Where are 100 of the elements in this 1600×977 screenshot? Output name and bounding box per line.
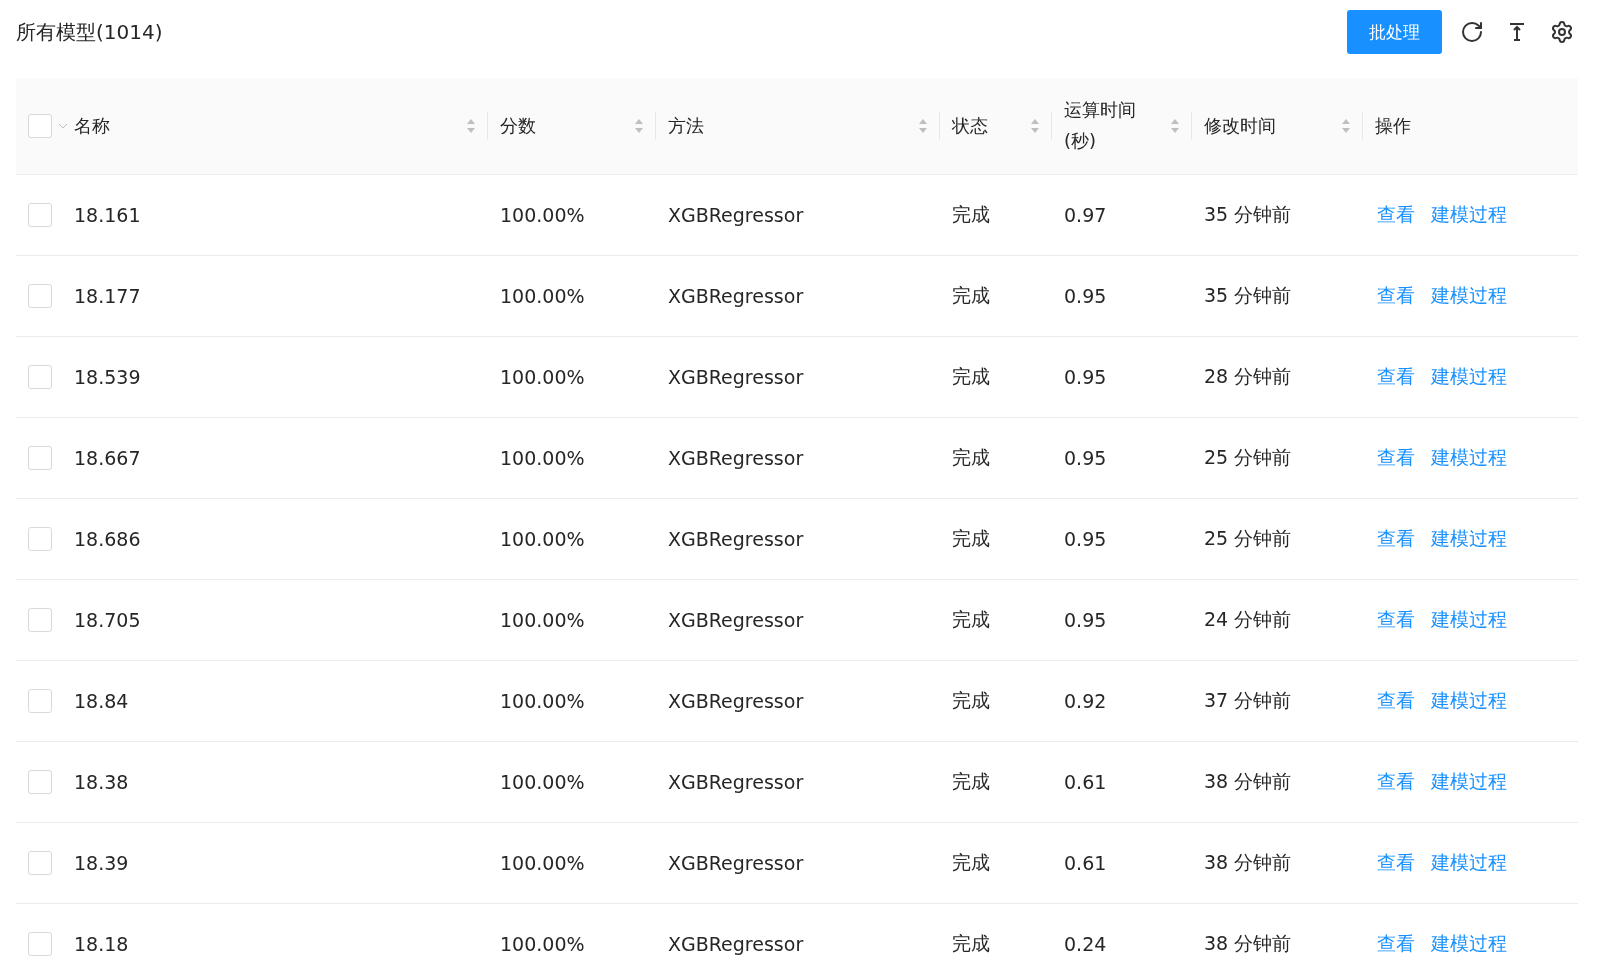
table-cell: XGBRegressor — [668, 528, 804, 550]
action-link[interactable]: 查看 — [1377, 364, 1415, 390]
table-cell-text: 完成 — [952, 769, 990, 794]
table-cell: 100.00% — [500, 204, 585, 226]
table-cell: 0.95 — [1064, 447, 1107, 469]
page-title: 所有模型(1014) — [16, 18, 163, 46]
table-cell: XGBRegressor — [668, 933, 804, 955]
table-cell: XGBRegressor — [668, 852, 804, 874]
table-cell: 18.38 — [74, 771, 129, 793]
action-link[interactable]: 建模过程 — [1431, 607, 1507, 633]
table-cell-text: 完成 — [952, 526, 990, 551]
table-cell: 0.61 — [1064, 771, 1107, 793]
column-header: 修改时间 — [1204, 113, 1276, 138]
action-link[interactable]: 建模过程 — [1431, 526, 1507, 552]
table-cell-text: 25 分钟前 — [1204, 445, 1292, 470]
table-cell-text: 38 分钟前 — [1204, 931, 1292, 956]
table-cell: 100.00% — [500, 609, 585, 631]
table-cell: 18.18 — [74, 933, 129, 955]
column-header: 操作 — [1375, 113, 1411, 138]
table-cell: 18.177 — [74, 285, 141, 307]
table-cell-text: 28 分钟前 — [1204, 364, 1292, 389]
sort-icon[interactable] — [1030, 117, 1040, 135]
action-link[interactable]: 查看 — [1377, 445, 1415, 471]
row-checkbox[interactable] — [28, 203, 52, 227]
action-link[interactable]: 查看 — [1377, 283, 1415, 309]
table-cell-text: 完成 — [952, 931, 990, 956]
sort-icon[interactable] — [634, 117, 644, 135]
row-checkbox[interactable] — [28, 689, 52, 713]
table-cell-text: 35 分钟前 — [1204, 283, 1292, 308]
column-header: 状态 — [952, 113, 988, 138]
row-checkbox[interactable] — [28, 365, 52, 389]
sort-icon[interactable] — [1341, 117, 1351, 135]
action-link[interactable]: 查看 — [1377, 769, 1415, 795]
table-cell-text: 25 分钟前 — [1204, 526, 1292, 551]
table-cell: 18.539 — [74, 366, 141, 388]
action-link[interactable]: 建模过程 — [1431, 850, 1507, 876]
table-cell: 18.39 — [74, 852, 129, 874]
column-header: 名称 — [74, 113, 110, 138]
action-link[interactable]: 建模过程 — [1431, 364, 1507, 390]
action-link[interactable]: 建模过程 — [1431, 283, 1507, 309]
action-link[interactable]: 查看 — [1377, 931, 1415, 957]
action-link[interactable]: 建模过程 — [1431, 445, 1507, 471]
column-header: 分数 — [500, 113, 536, 138]
table-cell: XGBRegressor — [668, 609, 804, 631]
table-cell-text: 完成 — [952, 202, 990, 227]
action-link[interactable]: 查看 — [1377, 526, 1415, 552]
table-cell-text: 完成 — [952, 445, 990, 470]
column-header: 方法 — [668, 113, 704, 138]
table-cell-text: 24 分钟前 — [1204, 607, 1292, 632]
table-cell: 0.95 — [1064, 366, 1107, 388]
table-cell: XGBRegressor — [668, 285, 804, 307]
table-cell: 0.97 — [1064, 204, 1107, 226]
table-cell: 100.00% — [500, 528, 585, 550]
table-cell: 0.95 — [1064, 285, 1107, 307]
action-link[interactable]: 建模过程 — [1431, 202, 1507, 228]
table-cell: 18.686 — [74, 528, 141, 550]
sort-icon[interactable] — [1170, 117, 1180, 135]
table-cell-text: 完成 — [952, 850, 990, 875]
table-cell: 100.00% — [500, 771, 585, 793]
row-checkbox[interactable] — [28, 284, 52, 308]
select-all-checkbox[interactable] — [28, 114, 52, 138]
row-checkbox[interactable] — [28, 851, 52, 875]
row-checkbox[interactable] — [28, 527, 52, 551]
column-header: 运算时间(秒) — [1064, 98, 1137, 153]
batch-button[interactable]: 批处理 — [1347, 10, 1442, 54]
row-checkbox[interactable] — [28, 770, 52, 794]
table-cell: 18.667 — [74, 447, 141, 469]
table-cell: 100.00% — [500, 285, 585, 307]
table-cell: XGBRegressor — [668, 366, 804, 388]
table-cell: XGBRegressor — [668, 771, 804, 793]
action-link[interactable]: 查看 — [1377, 850, 1415, 876]
table-cell-text: 35 分钟前 — [1204, 202, 1292, 227]
table-cell: 100.00% — [500, 447, 585, 469]
table-cell-text: 完成 — [952, 283, 990, 308]
caret-icon[interactable] — [58, 122, 68, 130]
table-cell: 100.00% — [500, 933, 585, 955]
table-cell-text: 完成 — [952, 607, 990, 632]
sort-icon[interactable] — [918, 117, 928, 135]
action-link[interactable]: 建模过程 — [1431, 931, 1507, 957]
row-checkbox[interactable] — [28, 608, 52, 632]
table-cell: 0.92 — [1064, 690, 1107, 712]
action-link[interactable]: 查看 — [1377, 688, 1415, 714]
table-cell: XGBRegressor — [668, 690, 804, 712]
table-cell: 18.84 — [74, 690, 129, 712]
table-cell: XGBRegressor — [668, 447, 804, 469]
table-cell: 18.705 — [74, 609, 141, 631]
row-checkbox[interactable] — [28, 446, 52, 470]
sort-icon[interactable] — [466, 117, 476, 135]
table-cell: XGBRegressor — [668, 204, 804, 226]
action-link[interactable]: 建模过程 — [1431, 688, 1507, 714]
table-cell: 0.95 — [1064, 528, 1107, 550]
table-cell: 0.24 — [1064, 933, 1107, 955]
table-cell-text: 完成 — [952, 364, 990, 389]
table-cell: 0.61 — [1064, 852, 1107, 874]
row-checkbox[interactable] — [28, 932, 52, 956]
action-link[interactable]: 查看 — [1377, 607, 1415, 633]
action-link[interactable]: 查看 — [1377, 202, 1415, 228]
table-cell: 0.95 — [1064, 609, 1107, 631]
table-cell: 100.00% — [500, 366, 585, 388]
action-link[interactable]: 建模过程 — [1431, 769, 1507, 795]
